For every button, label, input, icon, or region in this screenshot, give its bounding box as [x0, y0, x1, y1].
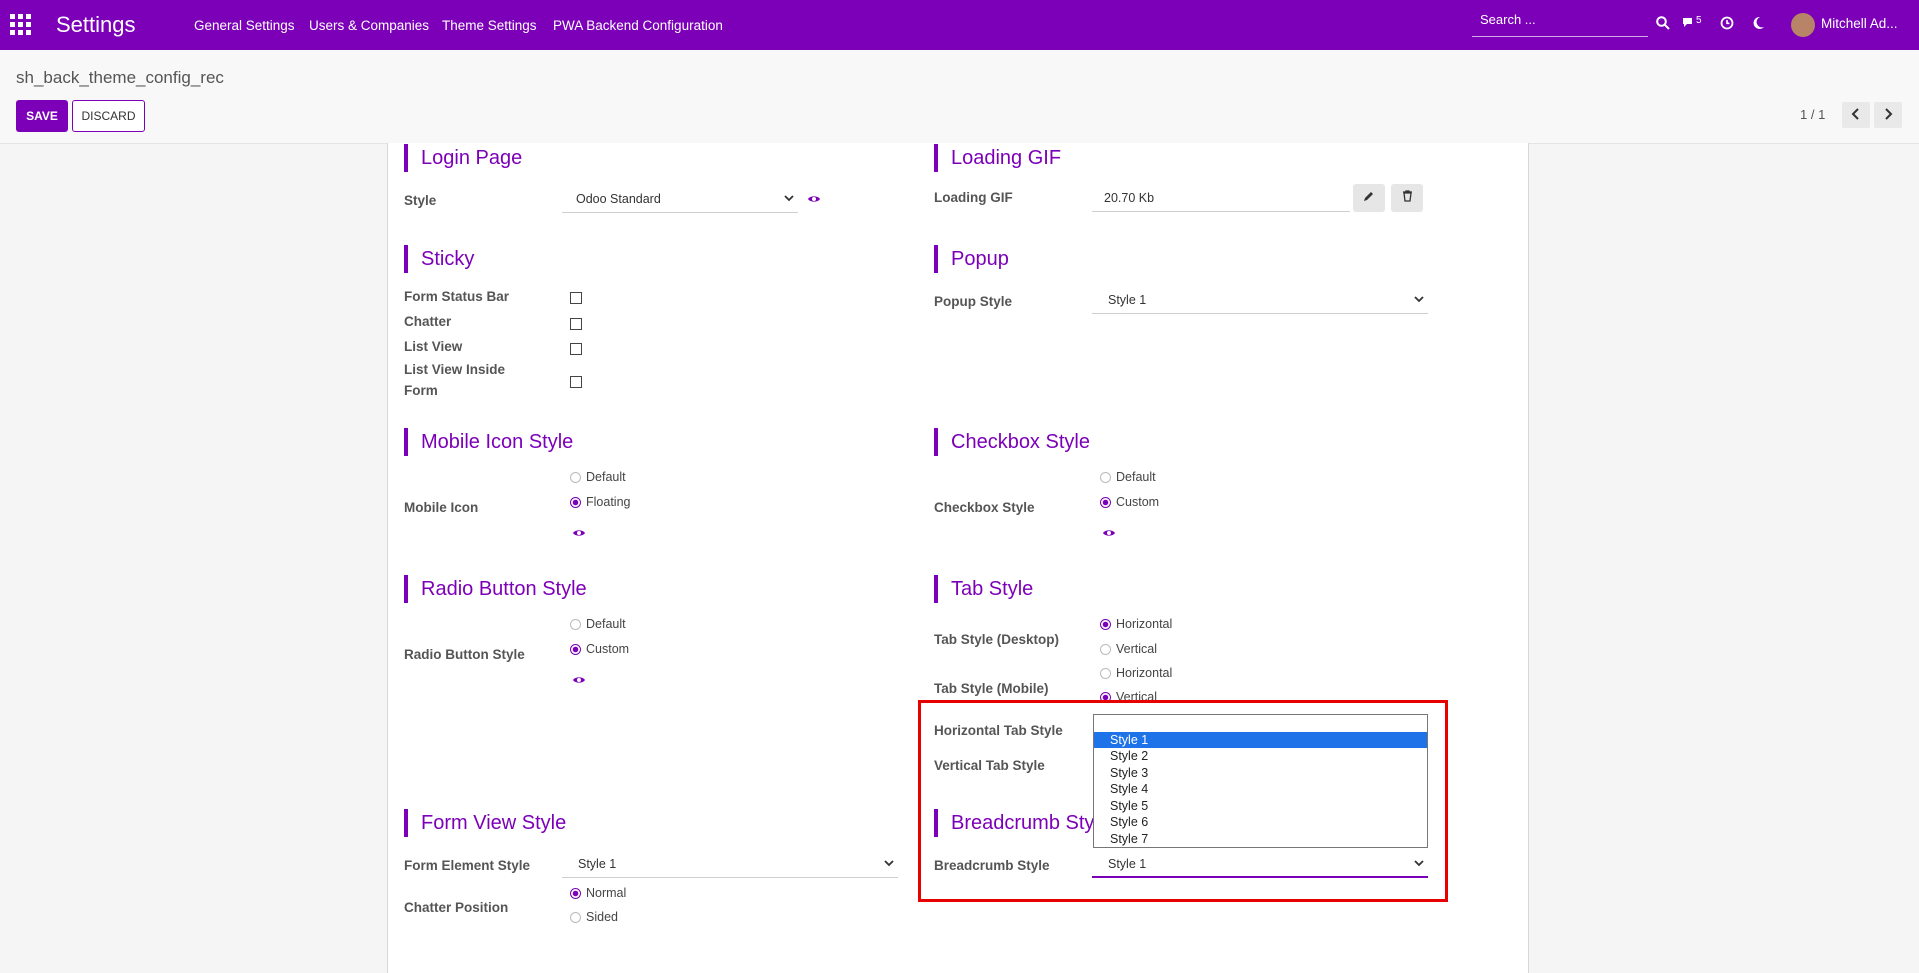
popup-style-label: Popup Style — [934, 294, 1013, 309]
mobile-icon-default-radio[interactable] — [570, 472, 581, 483]
sticky-list-view-inside-label: List View Inside — [404, 362, 506, 377]
discard-button[interactable]: DISCARD — [72, 100, 145, 132]
checkbox-style-default-radio[interactable] — [1100, 472, 1111, 483]
section-login-page: Login Page — [404, 144, 522, 172]
avatar[interactable] — [1791, 13, 1815, 37]
section-tab-style: Tab Style — [934, 575, 1033, 603]
eye-icon[interactable] — [807, 192, 821, 207]
chatter-normal-radio[interactable] — [570, 888, 581, 899]
menu-theme-settings[interactable]: Theme Settings — [442, 18, 537, 33]
mobile-icon-default-label: Default — [586, 470, 626, 484]
form-element-style-label: Form Element Style — [404, 858, 531, 873]
checkbox-style-label: Checkbox Style — [934, 500, 1035, 515]
pencil-icon — [1364, 192, 1373, 201]
section-radio-button-style: Radio Button Style — [404, 575, 587, 603]
top-navbar: Settings General Settings Users & Compan… — [0, 0, 1919, 50]
user-name[interactable]: Mitchell Ad... — [1821, 16, 1898, 31]
breadcrumb: sh_back_theme_config_rec — [16, 68, 224, 87]
pager-value: 1 / 1 — [1800, 107, 1826, 122]
tab-mobile-horizontal-radio[interactable] — [1100, 668, 1111, 679]
control-panel — [0, 50, 1919, 144]
chevron-down-icon — [784, 187, 794, 211]
tab-desktop-vertical-radio[interactable] — [1100, 644, 1111, 655]
tab-style-mobile-label: Tab Style (Mobile) — [934, 681, 1049, 696]
menu-pwa-backend[interactable]: PWA Backend Configuration — [553, 18, 723, 33]
loading-gif-value: 20.70 Kb — [1092, 186, 1350, 212]
section-form-view-style: Form View Style — [404, 809, 566, 837]
chatter-sided-radio[interactable] — [570, 912, 581, 923]
chatter-position-label: Chatter Position — [404, 900, 509, 915]
section-checkbox-style: Checkbox Style — [934, 428, 1090, 456]
sticky-list-view-label: List View — [404, 339, 463, 354]
checkbox-style-custom-label: Custom — [1116, 495, 1160, 509]
search-icon[interactable] — [1656, 16, 1670, 34]
radio-style-default-label: Default — [586, 617, 626, 631]
eye-icon[interactable] — [1102, 526, 1116, 541]
pager-next-button[interactable] — [1874, 102, 1902, 128]
chat-icon[interactable] — [1682, 16, 1696, 33]
login-style-label: Style — [404, 193, 437, 208]
chatter-sided-label: Sided — [586, 910, 618, 924]
trash-icon — [1402, 190, 1412, 202]
sticky-form-status-bar-label: Form Status Bar — [404, 289, 510, 304]
sticky-list-view-inside-label-2: Form — [404, 383, 438, 398]
save-button[interactable]: SAVE — [16, 100, 68, 132]
mobile-icon-label: Mobile Icon — [404, 500, 479, 515]
loading-gif-label: Loading GIF — [934, 190, 1013, 205]
sticky-chatter-label: Chatter — [404, 314, 452, 329]
radio-style-custom-radio[interactable] — [570, 644, 581, 655]
radio-style-default-radio[interactable] — [570, 619, 581, 630]
eye-icon[interactable] — [572, 526, 586, 541]
mobile-icon-floating-radio[interactable] — [570, 497, 581, 508]
edit-button[interactable] — [1353, 184, 1385, 212]
section-mobile-icon-style: Mobile Icon Style — [404, 428, 573, 456]
apps-menu-icon[interactable] — [10, 14, 32, 36]
mobile-icon-floating-label: Floating — [586, 495, 631, 509]
tab-desktop-horizontal-label: Horizontal — [1116, 617, 1173, 631]
sticky-chatter-checkbox[interactable] — [570, 318, 582, 330]
login-style-select[interactable]: Odoo Standard — [562, 187, 798, 213]
pager-previous-button[interactable] — [1842, 102, 1870, 128]
popup-style-select[interactable]: Style 1 — [1092, 288, 1428, 314]
highlight-box — [918, 700, 1448, 902]
tab-mobile-horizontal-label: Horizontal — [1116, 666, 1173, 680]
search-input[interactable]: Search ... — [1472, 8, 1648, 37]
tab-desktop-horizontal-radio[interactable] — [1100, 619, 1111, 630]
radio-style-label: Radio Button Style — [404, 647, 525, 662]
chevron-right-icon — [1885, 108, 1893, 120]
tab-style-desktop-label: Tab Style (Desktop) — [934, 632, 1060, 647]
sticky-form-status-bar-checkbox[interactable] — [570, 292, 582, 304]
dark-mode-icon[interactable] — [1751, 16, 1765, 34]
section-popup: Popup — [934, 245, 1009, 273]
eye-icon[interactable] — [572, 673, 586, 688]
chatter-normal-label: Normal — [586, 886, 627, 900]
form-element-style-select[interactable]: Style 1 — [562, 852, 898, 878]
sticky-list-view-checkbox[interactable] — [570, 343, 582, 355]
chevron-down-icon — [884, 852, 894, 876]
clock-icon[interactable] — [1720, 16, 1734, 34]
sticky-list-view-inside-form-checkbox[interactable] — [570, 376, 582, 388]
notification-count: 5 — [1696, 15, 1702, 26]
delete-button[interactable] — [1391, 184, 1423, 212]
tab-desktop-vertical-label: Vertical — [1116, 642, 1157, 656]
app-brand[interactable]: Settings — [56, 12, 136, 38]
radio-style-custom-label: Custom — [586, 642, 630, 656]
checkbox-style-default-label: Default — [1116, 470, 1156, 484]
checkbox-style-custom-radio[interactable] — [1100, 497, 1111, 508]
chevron-left-icon — [1851, 108, 1859, 120]
menu-general-settings[interactable]: General Settings — [194, 18, 295, 33]
chevron-down-icon — [1414, 288, 1424, 312]
menu-users-companies[interactable]: Users & Companies — [309, 18, 429, 33]
section-sticky: Sticky — [404, 245, 474, 273]
section-loading-gif: Loading GIF — [934, 144, 1061, 172]
